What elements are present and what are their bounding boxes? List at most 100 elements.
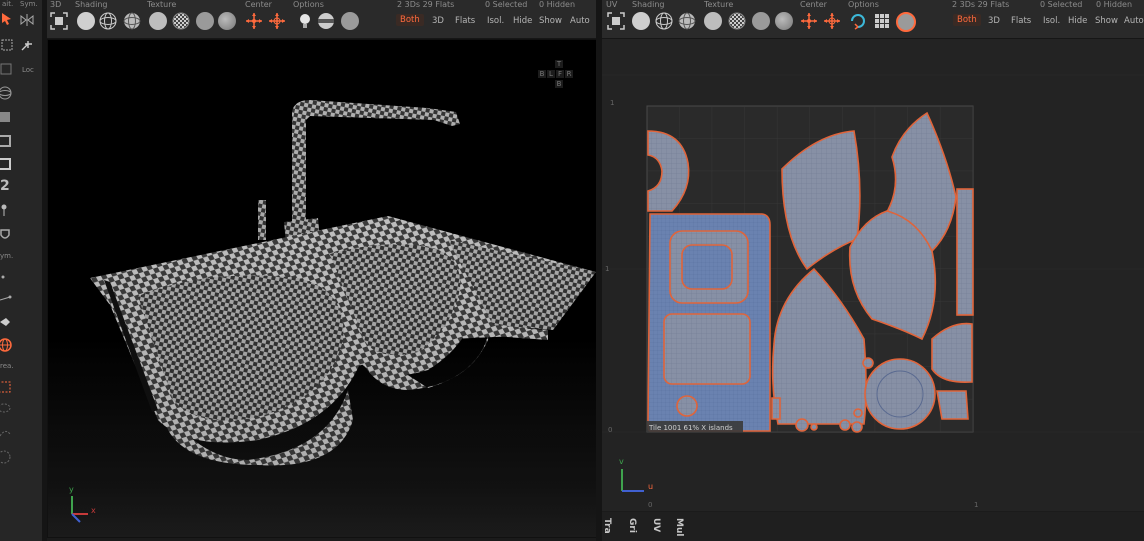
toggle-isol[interactable]: Isol. — [487, 16, 504, 26]
uv-toggle-show[interactable]: Show — [1095, 16, 1118, 26]
shading-group-label: Shading — [75, 0, 108, 9]
center-pivot-icon[interactable] — [245, 12, 263, 30]
light-bulb-icon[interactable] — [296, 12, 314, 30]
uv-toggle-3d[interactable]: 3D — [988, 16, 1000, 26]
checker-texture-icon[interactable] — [172, 12, 190, 30]
uv-toggle-flats[interactable]: Flats — [1011, 16, 1031, 26]
uv-checker-texture-icon[interactable] — [728, 12, 746, 30]
uv-tick-bottom-one: 1 — [974, 501, 978, 509]
tab-grid[interactable]: Gri — [627, 518, 637, 533]
shield-icon[interactable] — [0, 228, 14, 242]
view-group-label: 3D — [50, 0, 62, 9]
viewport-3d-header: 3D Shading Texture Center Options 2 3Ds … — [47, 0, 596, 39]
grid-icon[interactable] — [0, 62, 14, 76]
axis-y-label: y — [69, 485, 74, 494]
toggle-both[interactable]: Both — [396, 14, 424, 26]
grey-texture-icon[interactable] — [196, 12, 214, 30]
brush-select-icon[interactable] — [0, 426, 14, 440]
globe-active-icon[interactable] — [0, 338, 14, 352]
box-icon[interactable] — [0, 110, 14, 124]
navcube-left[interactable]: L — [547, 70, 555, 78]
solid-wire-shading-icon[interactable] — [123, 12, 141, 30]
uv-rotate-islands-icon[interactable] — [849, 12, 867, 30]
uv-tick-bottom-zero: 0 — [648, 501, 652, 509]
uv-view-group-label: UV — [606, 0, 618, 9]
options-group-label: Options — [293, 0, 324, 9]
hand-icon[interactable] — [0, 314, 14, 328]
transform-icon[interactable] — [20, 38, 34, 52]
uv-toggle-isol[interactable]: Isol. — [1043, 16, 1060, 26]
dot-icon[interactable] — [0, 270, 14, 284]
sphere-band-icon[interactable] — [317, 12, 335, 30]
flat-texture-icon[interactable] — [149, 12, 167, 30]
uv-axis-v-label: v — [619, 457, 624, 466]
move-icon[interactable] — [0, 38, 14, 52]
toggle-show[interactable]: Show — [539, 16, 562, 26]
toggle-hide[interactable]: Hide — [513, 16, 532, 26]
uv-footer-tabs: Tra Gri UV Mul — [602, 512, 1144, 541]
navcube-right[interactable]: R — [565, 70, 573, 78]
uv-frame-view-icon[interactable] — [607, 12, 625, 30]
uv-matcap-texture-icon[interactable] — [775, 12, 793, 30]
frame-icon[interactable] — [0, 134, 14, 148]
navcube-back[interactable]: B — [538, 70, 546, 78]
wireframe-shading-icon[interactable] — [99, 12, 117, 30]
tab-multi[interactable]: Mul — [674, 518, 684, 536]
toggle-flats[interactable]: Flats — [455, 16, 475, 26]
uv-toggle-hide[interactable]: Hide — [1068, 16, 1087, 26]
sphere-icon[interactable] — [0, 86, 14, 100]
select-arrow-icon[interactable] — [0, 12, 14, 26]
uv-background-option-icon[interactable] — [896, 12, 916, 32]
uv-solid-shading-icon[interactable] — [632, 12, 650, 30]
frame-view-icon[interactable] — [50, 12, 68, 30]
uv-selected-count-status: 0 Selected — [1040, 0, 1083, 9]
uv-flat-texture-icon[interactable] — [704, 12, 722, 30]
solid-shading-icon[interactable] — [77, 12, 95, 30]
uv-grey-texture-icon[interactable] — [752, 12, 770, 30]
number-two[interactable]: 2 — [0, 178, 10, 194]
uv-solid-wire-shading-icon[interactable] — [678, 12, 696, 30]
line-icon[interactable] — [0, 292, 14, 306]
object-count-status: 2 3Ds 29 Flats — [397, 0, 455, 9]
sym-text: ym. — [0, 252, 14, 260]
uv-texture-group-label: Texture — [704, 0, 734, 9]
view-navigation-cube[interactable]: T B L F R B — [538, 60, 578, 96]
uv-toggle-auto[interactable]: Auto — [1124, 16, 1144, 26]
toggle-auto[interactable]: Auto — [570, 16, 590, 26]
tab-uv[interactable]: UV — [651, 518, 661, 532]
axis-x-label: x — [91, 506, 96, 515]
marquee-select-icon[interactable] — [0, 380, 14, 394]
navcube-top[interactable]: T — [555, 60, 563, 68]
lasso-icon[interactable] — [0, 402, 14, 416]
uv-grid-icon[interactable] — [873, 12, 891, 30]
left-toolbar: ait. Sym. Loc 2 ym. rea. — [0, 0, 43, 541]
backface-option-icon[interactable] — [341, 12, 359, 30]
uv-viewport-header: UV Shading Texture Center Options 2 3Ds … — [602, 0, 1144, 39]
uv-viewport[interactable]: 1 1 0 0 1 Tile 1001 61% X islands v u — [602, 39, 1144, 511]
center-selection-icon[interactable] — [268, 12, 286, 30]
selected-count-status: 0 Selected — [485, 0, 528, 9]
mirror-icon[interactable] — [20, 13, 34, 27]
uv-center-selection-icon[interactable] — [823, 12, 841, 30]
toggle-3d[interactable]: 3D — [432, 16, 444, 26]
uv-shading-group-label: Shading — [632, 0, 665, 9]
circle-select-icon[interactable] — [0, 450, 14, 464]
loc-label: ait. — [2, 0, 14, 8]
uv-wireframe-shading-icon[interactable] — [655, 12, 673, 30]
matcap-texture-icon[interactable] — [218, 12, 236, 30]
uv-tile-status: Tile 1001 61% X islands — [648, 424, 733, 432]
viewport-3d[interactable]: T B L F R B y x — [47, 39, 598, 538]
sym-label: Sym. — [20, 0, 38, 8]
hidden-count-status: 0 Hidden — [539, 0, 576, 9]
uv-tick-top-left: 1 — [610, 99, 614, 107]
uv-toggle-both[interactable]: Both — [953, 14, 981, 26]
pin-icon[interactable] — [0, 203, 14, 217]
loc-text: Loc — [22, 66, 34, 74]
square-icon[interactable] — [0, 157, 14, 171]
uv-tick-mid-left: 1 — [605, 265, 609, 273]
navcube-front[interactable]: F — [556, 70, 564, 78]
uv-object-count-status: 2 3Ds 29 Flats — [952, 0, 1010, 9]
uv-center-pivot-icon[interactable] — [800, 12, 818, 30]
tab-transform[interactable]: Tra — [602, 518, 612, 534]
navcube-bottom[interactable]: B — [555, 80, 563, 88]
